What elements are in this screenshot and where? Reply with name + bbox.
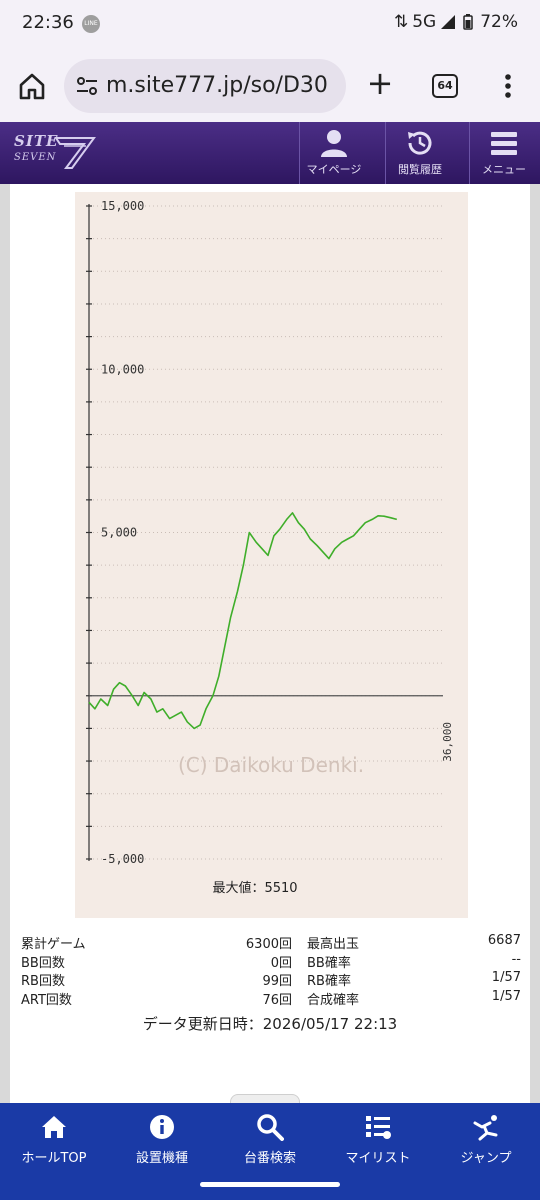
stats-row: ART回数 76回 合成確率 1/57 [21,989,521,1008]
y-tick-label: 10,000 [101,362,144,376]
info-icon [150,1115,174,1139]
y-tick-label: -5,000 [101,852,144,866]
network-label: 5G [412,12,437,32]
stat-value: 6300回 [245,937,292,952]
nav-label: 台番検索 [243,1151,296,1166]
gesture-bar [200,1182,340,1187]
address-bar[interactable]: m.site777.jp/so/D30 [64,59,346,113]
x-end-label: 36,000 [441,722,454,762]
more-options-icon[interactable] [498,70,518,102]
list-icon [366,1116,391,1139]
data-updated-text: データ更新日時：2026/05/17 22:13 [142,1015,398,1033]
home-icon [42,1116,66,1138]
site-logo[interactable]: SITE SEVEN [10,130,96,176]
person-icon [321,130,347,157]
menu-button[interactable]: メニュー [469,122,538,184]
stat-value: 76回 [262,992,292,1008]
nav-unit-search[interactable]: 台番検索 [216,1113,324,1166]
page-gutter-right [530,184,540,1104]
home-icon[interactable] [16,70,48,102]
battery-icon [463,14,473,30]
jump-icon [473,1115,498,1141]
nav-hall-top[interactable]: ホールTOP [0,1113,108,1166]
status-bar: 22:36 LINE ⇅ 5G 72% [0,0,540,50]
menu-label: メニュー [482,163,526,176]
logo-mark-icon [54,137,96,169]
max-value-label: 最大値：5510 [212,880,297,896]
hamburger-icon [491,132,517,155]
site-settings-icon[interactable] [76,76,98,96]
y-tick-label: 5,000 [101,526,137,540]
stat-label: 累計ゲーム [21,937,86,952]
stat-label: ART回数 [21,992,72,1008]
stat-value: 0回 [270,955,292,971]
new-tab-icon[interactable]: + [364,67,396,100]
page-gutter-left [0,184,10,1104]
line-notification-icon: LINE [82,15,100,33]
mypage-button[interactable]: マイページ [299,122,368,184]
tab-switcher-button[interactable]: 64 [432,74,458,98]
stats-row: RB回数 99回 RB確率 1/57 [21,970,521,989]
stats-row: 累計ゲーム 6300回 最高出玉 6687 [21,933,521,952]
chart-svg: 15,000 10,000 5,000 -5,000 36,000 (C) Daikoku… [86,199,454,896]
nav-label: マイリスト [345,1151,411,1166]
nav-jump[interactable]: ジャンプ [432,1113,540,1166]
stat-label: BB確率 [307,955,351,971]
stat-label: 最高出玉 [307,937,360,952]
stats-row: BB回数 0回 BB確率 -- [21,952,521,971]
mypage-label: マイページ [306,163,362,176]
battery-label: 72% [480,12,518,32]
nav-label: ジャンプ [460,1151,512,1166]
nav-label: 設置機種 [135,1151,188,1166]
stat-label: BB回数 [21,955,65,971]
stat-label: RB回数 [21,974,65,989]
signal-icon [441,15,456,29]
history-icon [408,131,432,155]
data-arrows-icon: ⇅ [393,12,409,32]
stat-value: 1/57 [491,988,521,1004]
status-time: 22:36 [22,12,74,33]
nav-label: ホールTOP [21,1151,87,1166]
nav-installed-machines[interactable]: 設置機種 [108,1113,216,1166]
browser-toolbar: m.site777.jp/so/D30 + 64 [0,50,540,122]
url-text: m.site777.jp/so/D30 [106,73,328,98]
history-label: 閲覧履歴 [398,163,442,176]
y-tick-label: 15,000 [101,199,144,213]
watermark-text: (C) Daikoku Denki. [178,753,364,777]
search-icon [257,1114,284,1141]
stats-table: 累計ゲーム 6300回 最高出玉 6687 BB回数 0回 BB確率 -- RB… [21,933,521,1008]
stat-value: 6687 [487,933,521,948]
stat-label: RB確率 [307,974,351,989]
status-right: ⇅ 5G 72% [394,12,518,32]
stat-value: 1/57 [491,970,521,985]
slump-chart: 15,000 10,000 5,000 -5,000 36,000 (C) Daikoku… [75,192,468,918]
history-button[interactable]: 閲覧履歴 [385,122,454,184]
stat-label: 合成確率 [307,992,360,1008]
nav-my-list[interactable]: マイリスト [324,1113,432,1166]
site-header: SITE SEVEN マイページ 閲覧履歴 メニュー [0,122,540,184]
stat-value: -- [511,951,521,967]
stat-value: 99回 [262,974,292,989]
